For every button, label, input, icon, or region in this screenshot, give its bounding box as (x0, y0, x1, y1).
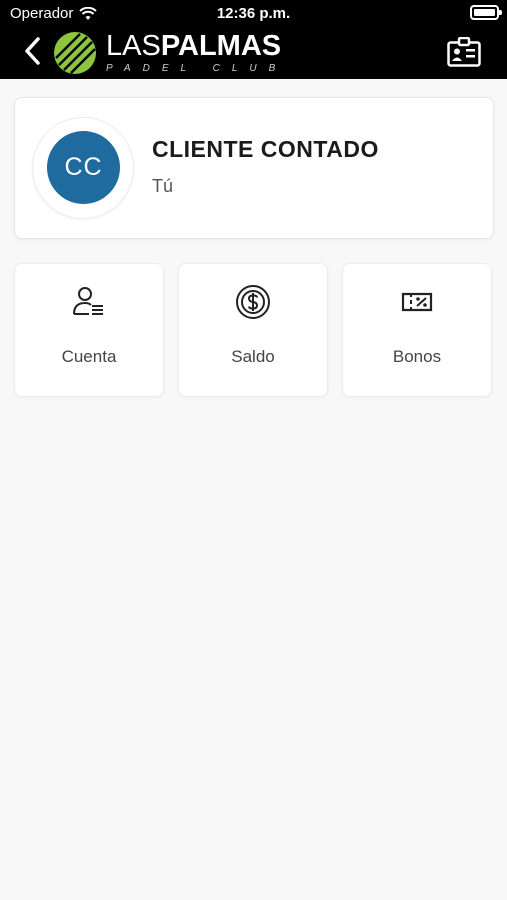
club-logo: LASPALMAS PADEL CLUB (52, 30, 287, 76)
back-button[interactable] (20, 34, 44, 68)
menu-tiles: Cuenta Saldo Bonos (14, 263, 494, 397)
tile-bonos[interactable]: Bonos (342, 263, 492, 397)
padel-ball-icon (54, 32, 96, 74)
tile-bonos-label: Bonos (392, 347, 442, 366)
user-list-icon (73, 287, 103, 315)
logo-text-bold: PALMAS (160, 30, 282, 62)
voucher-percent-icon (401, 292, 433, 312)
tile-saldo[interactable]: Saldo (178, 263, 328, 397)
top-bar: Operador 12:36 p.m. LASPALMAS PADEL CLUB (0, 0, 507, 79)
profile-card: CC CLIENTE CONTADO Tú (14, 97, 494, 239)
avatar: CC (47, 131, 120, 204)
avatar-ring: CC (33, 118, 133, 218)
battery-icon (470, 5, 502, 20)
client-name: CLIENTE CONTADO (152, 136, 379, 162)
tile-cuenta-label: Cuenta (61, 347, 117, 366)
tile-cuenta[interactable]: Cuenta (14, 263, 164, 397)
status-time: 12:36 p.m. (216, 5, 291, 22)
logo-subtitle: PADEL CLUB (106, 63, 288, 74)
id-card-button[interactable] (447, 37, 481, 67)
client-subtitle: Tú (152, 176, 174, 196)
tile-saldo-label: Saldo (231, 347, 275, 366)
coin-dollar-icon (236, 285, 270, 319)
logo-text-light: LAS (106, 30, 161, 62)
status-bar: Operador 12:36 p.m. (0, 0, 507, 28)
